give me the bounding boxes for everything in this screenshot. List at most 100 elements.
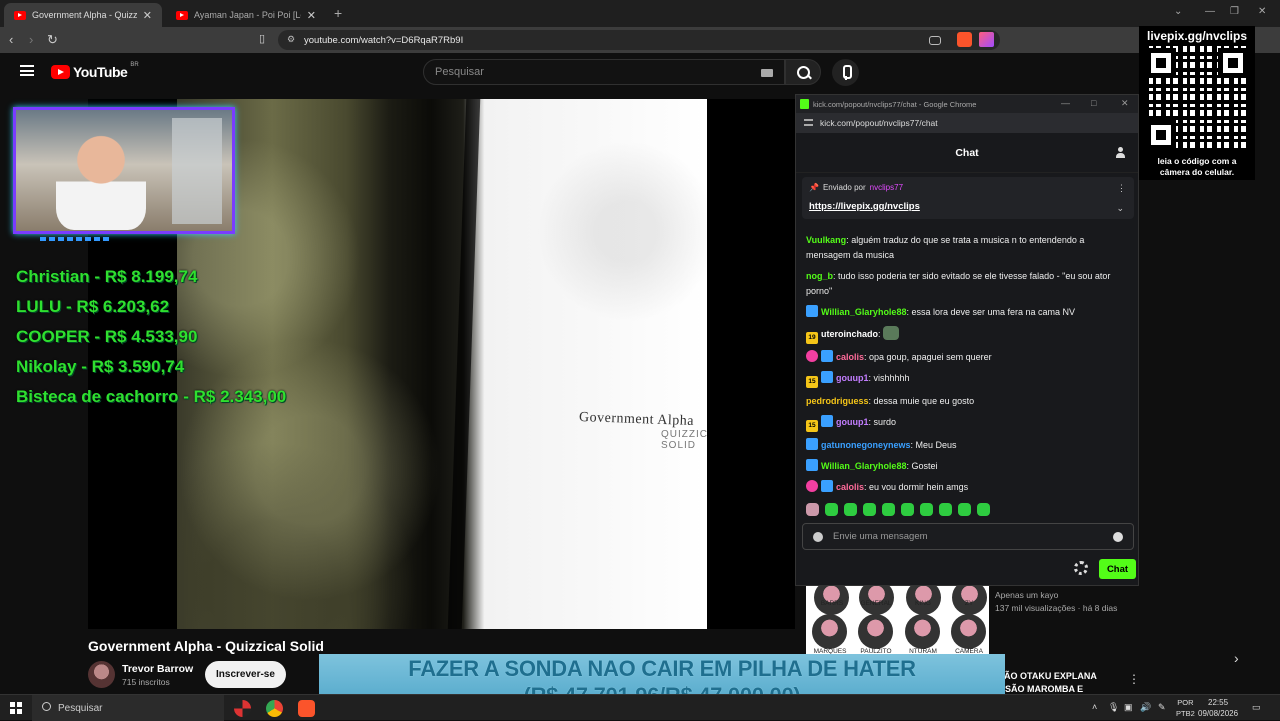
popout-url-bar[interactable]: kick.com/popout/nvclips77/chat <box>796 113 1138 133</box>
send-chat-button[interactable]: Chat <box>1099 559 1136 579</box>
emote-icon[interactable] <box>901 503 914 516</box>
chevron-down-icon[interactable]: ⌄ <box>1116 203 1124 214</box>
chat-message[interactable]: 15 gouup1: surdo <box>806 415 1130 432</box>
chrome-app-icon[interactable] <box>266 700 283 717</box>
chat-message[interactable]: gatunonegoneynews: Meu Deus <box>806 438 1130 453</box>
chat-username[interactable]: uteroinchado <box>821 329 878 339</box>
rewards-icon[interactable] <box>979 32 994 47</box>
cast-icon[interactable] <box>929 36 941 45</box>
recommendation-views: 137 mil visualizações · há 8 dias <box>995 603 1118 613</box>
chat-message[interactable]: pedrodriguess: dessa muie que eu gosto <box>806 394 1130 409</box>
leaderboard-row: Bisteca de cachorro - R$ 2.343,00 <box>16 387 287 406</box>
search-input[interactable]: Pesquisar <box>423 59 785 85</box>
youtube-logo[interactable]: YouTube BR <box>51 62 139 80</box>
chat-username[interactable]: Vuulkang <box>806 235 846 245</box>
obs-app-icon[interactable] <box>234 700 251 717</box>
taskbar-search[interactable]: Pesquisar <box>32 695 224 721</box>
chat-username[interactable]: gouup1 <box>836 417 869 427</box>
pinned-message[interactable]: 📌 Enviado por nvclips77 https://livepix.… <box>802 177 1134 219</box>
chat-message[interactable]: Willian_Glaryhole88: Gostei <box>806 459 1130 474</box>
taskbar-clock[interactable]: 22:55 09/08/2026 <box>1198 697 1238 719</box>
chat-settings-icon[interactable] <box>1074 561 1088 575</box>
emote-icon[interactable] <box>863 503 876 516</box>
chat-message[interactable]: 19 uteroinchado: <box>806 326 1130 344</box>
forward-icon[interactable]: › <box>29 32 33 47</box>
chat-text: dessa muie que eu gosto <box>873 396 975 406</box>
emote-icon[interactable] <box>977 503 990 516</box>
tab-search-icon[interactable]: ⌄ <box>1174 6 1182 17</box>
chat-username[interactable]: nog_b <box>806 271 833 281</box>
emote-icon[interactable] <box>806 503 819 516</box>
window-close-button[interactable]: ✕ <box>1258 6 1266 17</box>
emote-icon[interactable] <box>844 503 857 516</box>
emote-icon[interactable] <box>939 503 952 516</box>
og-badge-icon <box>821 371 833 383</box>
tab-close-icon[interactable]: ✕ <box>143 9 152 22</box>
microphone-icon[interactable] <box>832 59 859 86</box>
chat-username[interactable]: gouup1 <box>836 373 869 383</box>
recommendation-thumbnail[interactable]: BARRS GENERAL KING ZY MARQUES PAULZITO N… <box>806 580 989 655</box>
input-language[interactable]: POR PTB2 <box>1176 697 1195 719</box>
tab-ayaman-japan[interactable]: Ayaman Japan - Poi Poi [Legendado ✕ <box>166 3 326 27</box>
recommendation-title[interactable]: AFÃO OTAKU EXPLANA ANSÃO MAROMBA E <box>992 670 1097 696</box>
chat-username[interactable]: Willian_Glaryhole88 <box>821 307 906 317</box>
popout-maximize-button[interactable]: □ <box>1091 98 1096 108</box>
emote-picker-icon[interactable] <box>813 532 823 542</box>
pinned-options-icon[interactable]: ⋮ <box>1117 183 1126 194</box>
chat-username[interactable]: calolis <box>836 482 864 492</box>
windows-start-icon[interactable] <box>10 702 22 714</box>
emote-icon[interactable] <box>882 503 895 516</box>
site-info-icon[interactable]: ⚙ <box>287 34 295 45</box>
tab-government-alpha[interactable]: Government Alpha - Quizzical ✕ <box>4 3 162 27</box>
qr-overlay: livepix.gg/nvclips leia o código com a c… <box>1139 26 1255 180</box>
reload-icon[interactable]: ↻ <box>47 32 58 48</box>
emote-icon[interactable] <box>825 503 838 516</box>
search-button[interactable] <box>785 59 821 85</box>
channel-name[interactable]: Trevor Barrow <box>122 663 193 675</box>
search-placeholder: Pesquisar <box>435 66 484 78</box>
address-bar[interactable]: ⚙ youtube.com/watch?v=D6RqaR7Rb9I <box>278 30 1000 50</box>
chevron-right-icon[interactable]: › <box>1234 650 1239 666</box>
volume-icon[interactable]: 🔊 <box>1140 702 1151 713</box>
chat-message[interactable]: calolis: eu vou dormir hein amgs <box>806 480 1130 495</box>
chat-message[interactable]: nog_b: tudo isso poderia ter sido evitad… <box>806 269 1130 299</box>
popout-close-button[interactable]: ✕ <box>1121 98 1129 109</box>
brave-shield-icon[interactable] <box>957 32 972 47</box>
emote-icon[interactable] <box>958 503 971 516</box>
maximize-button[interactable]: ❐ <box>1230 6 1239 17</box>
network-icon[interactable]: ▣ <box>1124 702 1133 713</box>
pen-icon[interactable]: ✎ <box>1158 702 1166 713</box>
chat-username[interactable]: Willian_Glaryhole88 <box>821 461 906 471</box>
more-options-icon[interactable]: ⋮ <box>1128 672 1140 686</box>
emoji-icon[interactable] <box>1113 532 1123 542</box>
subscribe-button[interactable]: Inscrever-se <box>205 661 286 688</box>
chat-message[interactable]: Vuulkang: alguém traduz do que se trata … <box>806 233 1130 263</box>
tab-close-icon[interactable]: ✕ <box>307 9 316 22</box>
tray-chevron-icon[interactable]: ˄ <box>1092 702 1097 712</box>
pinned-link[interactable]: https://livepix.gg/nvclips <box>809 201 920 212</box>
emote-icon[interactable] <box>920 503 933 516</box>
minimize-button[interactable]: — <box>1205 6 1215 17</box>
new-tab-button[interactable]: + <box>334 5 342 21</box>
microphone-tray-icon[interactable]: 🎙 <box>1108 702 1119 713</box>
chat-username[interactable]: gatunonegoneynews <box>821 440 911 450</box>
popout-minimize-button[interactable]: — <box>1061 98 1070 108</box>
channel-avatar[interactable] <box>88 661 115 688</box>
users-icon[interactable] <box>1116 147 1128 158</box>
chat-message-input[interactable]: Envie uma mensagem <box>802 523 1134 550</box>
notifications-icon[interactable]: ▭ <box>1252 702 1261 713</box>
chat-username[interactable]: pedrodriguess <box>806 396 869 406</box>
chat-message[interactable]: calolis: opa goup, apaguei sem querer <box>806 350 1130 365</box>
chat-username[interactable]: calolis <box>836 352 864 362</box>
back-icon[interactable]: ‹ <box>9 32 13 47</box>
site-settings-icon[interactable] <box>804 119 813 126</box>
pinned-sender[interactable]: nvclips77 <box>870 183 903 192</box>
chat-message-list[interactable]: Vuulkang: alguém traduz do que se trata … <box>806 233 1130 501</box>
recommendation-channel[interactable]: Apenas um kayo <box>995 590 1058 600</box>
bookmark-icon[interactable]: ▯ <box>259 32 265 45</box>
brave-app-icon[interactable] <box>298 700 315 717</box>
keyboard-icon[interactable] <box>761 69 773 77</box>
chat-message[interactable]: 15 gouup1: vishhhhh <box>806 371 1130 388</box>
chat-message[interactable]: Willian_Glaryhole88: essa lora deve ser … <box>806 305 1130 320</box>
menu-icon[interactable] <box>20 65 34 76</box>
